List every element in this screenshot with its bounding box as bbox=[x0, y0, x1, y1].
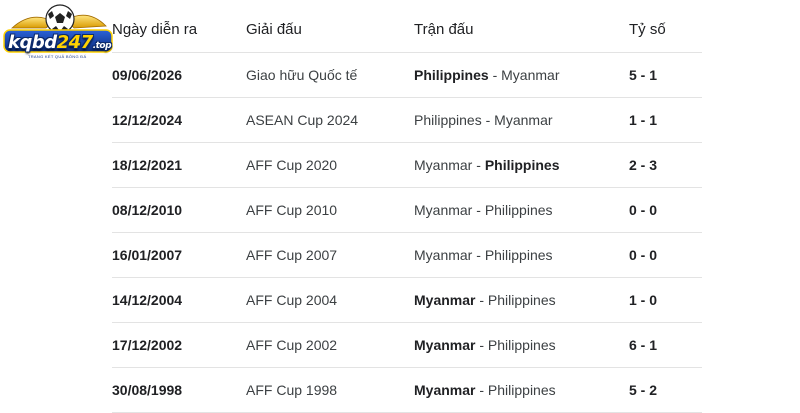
home-team: Philippines bbox=[414, 67, 489, 83]
match-score: 1 - 0 bbox=[629, 292, 658, 308]
home-team: Myanmar bbox=[414, 292, 476, 308]
match-teams: Philippines - Myanmar bbox=[414, 53, 560, 97]
team-separator: - bbox=[472, 247, 485, 263]
match-teams: Myanmar - Philippines bbox=[414, 233, 553, 277]
table-row: 14/12/2004 AFF Cup 2004 Myanmar - Philippi… bbox=[112, 278, 702, 323]
match-teams: Philippines - Myanmar bbox=[414, 98, 553, 142]
team-separator: - bbox=[488, 67, 502, 83]
table-row: 08/12/2010 AFF Cup 2010 Myanmar - Philippi… bbox=[112, 188, 702, 233]
home-team: Myanmar bbox=[414, 247, 473, 263]
table-row: 30/08/1998 AFF Cup 1998 Myanmar - Philippi… bbox=[112, 368, 702, 413]
header-date: Ngày diễn ra bbox=[112, 21, 198, 38]
match-date: 17/12/2002 bbox=[112, 337, 183, 353]
site-logo[interactable]: kqbd247.top TRANG KẾT QUẢ BÓNG ĐÁ bbox=[2, 2, 114, 62]
competition: AFF Cup 2020 bbox=[246, 157, 338, 173]
table-row: 17/12/2002 AFF Cup 2002 Myanmar - Philippi… bbox=[112, 323, 702, 368]
away-team: Myanmar bbox=[494, 112, 553, 128]
match-date: 08/12/2010 bbox=[112, 202, 183, 218]
match-score: 5 - 1 bbox=[629, 67, 658, 83]
logo-tagline: TRANG KẾT QUẢ BÓNG ĐÁ bbox=[28, 54, 87, 59]
competition: AFF Cup 2002 bbox=[246, 337, 338, 353]
table-header-row: Ngày diễn ra Giải đấu Trận đấu Tỷ số bbox=[112, 8, 702, 53]
competition: AFF Cup 2010 bbox=[246, 202, 338, 218]
match-score: 2 - 3 bbox=[629, 157, 658, 173]
logo-tld: .top bbox=[92, 41, 112, 51]
match-score: 0 - 0 bbox=[629, 202, 658, 218]
match-teams: Myanmar - Philippines bbox=[414, 143, 560, 187]
match-date: 18/12/2021 bbox=[112, 157, 183, 173]
home-team: Myanmar bbox=[414, 157, 473, 173]
competition: ASEAN Cup 2024 bbox=[246, 112, 359, 128]
table-row: 16/01/2007 AFF Cup 2007 Myanmar - Philippi… bbox=[112, 233, 702, 278]
match-score: 0 - 0 bbox=[629, 247, 658, 263]
away-team: Philippines bbox=[484, 247, 553, 263]
table-row: 18/12/2021 AFF Cup 2020 Myanmar - Philippi… bbox=[112, 143, 702, 188]
match-date: 14/12/2004 bbox=[112, 292, 183, 308]
competition: Giao hữu Quốc tế bbox=[246, 67, 358, 83]
logo-number: 247 bbox=[56, 32, 94, 53]
match-score: 6 - 1 bbox=[629, 337, 658, 353]
team-separator: - bbox=[475, 382, 488, 398]
logo-brand: kqbd bbox=[8, 32, 57, 53]
header-score: Tỷ số bbox=[629, 21, 666, 38]
competition: AFF Cup 2004 bbox=[246, 292, 338, 308]
match-date: 09/06/2026 bbox=[112, 67, 183, 83]
match-teams: Myanmar - Philippines bbox=[414, 323, 556, 367]
home-team: Myanmar bbox=[414, 202, 473, 218]
home-team: Myanmar bbox=[414, 337, 476, 353]
home-team: Philippines bbox=[414, 112, 482, 128]
match-teams: Myanmar - Philippines bbox=[414, 188, 553, 232]
match-teams: Myanmar - Philippines bbox=[414, 368, 556, 412]
header-match: Trận đấu bbox=[414, 21, 474, 38]
away-team: Philippines bbox=[487, 382, 556, 398]
home-team: Myanmar bbox=[414, 382, 476, 398]
competition: AFF Cup 1998 bbox=[246, 382, 338, 398]
team-separator: - bbox=[481, 112, 495, 128]
head-to-head-table: Ngày diễn ra Giải đấu Trận đấu Tỷ số 09/… bbox=[112, 8, 702, 413]
table-row: 09/06/2026 Giao hữu Quốc tế Philippines - … bbox=[112, 53, 702, 98]
team-separator: - bbox=[472, 157, 485, 173]
header-competition: Giải đấu bbox=[246, 21, 302, 38]
logo-text: kqbd247.top bbox=[8, 32, 112, 53]
away-team: Philippines bbox=[484, 157, 560, 173]
match-teams: Myanmar - Philippines bbox=[414, 278, 556, 322]
table-row: 12/12/2024 ASEAN Cup 2024 Philippines - My… bbox=[112, 98, 702, 143]
team-separator: - bbox=[472, 202, 485, 218]
away-team: Philippines bbox=[487, 337, 556, 353]
away-team: Philippines bbox=[487, 292, 556, 308]
match-date: 12/12/2024 bbox=[112, 112, 183, 128]
team-separator: - bbox=[475, 292, 488, 308]
match-date: 30/08/1998 bbox=[112, 382, 183, 398]
match-score: 1 - 1 bbox=[629, 112, 658, 128]
away-team: Myanmar bbox=[501, 67, 560, 83]
away-team: Philippines bbox=[484, 202, 553, 218]
team-separator: - bbox=[475, 337, 488, 353]
match-score: 5 - 2 bbox=[629, 382, 658, 398]
match-date: 16/01/2007 bbox=[112, 247, 183, 263]
competition: AFF Cup 2007 bbox=[246, 247, 338, 263]
